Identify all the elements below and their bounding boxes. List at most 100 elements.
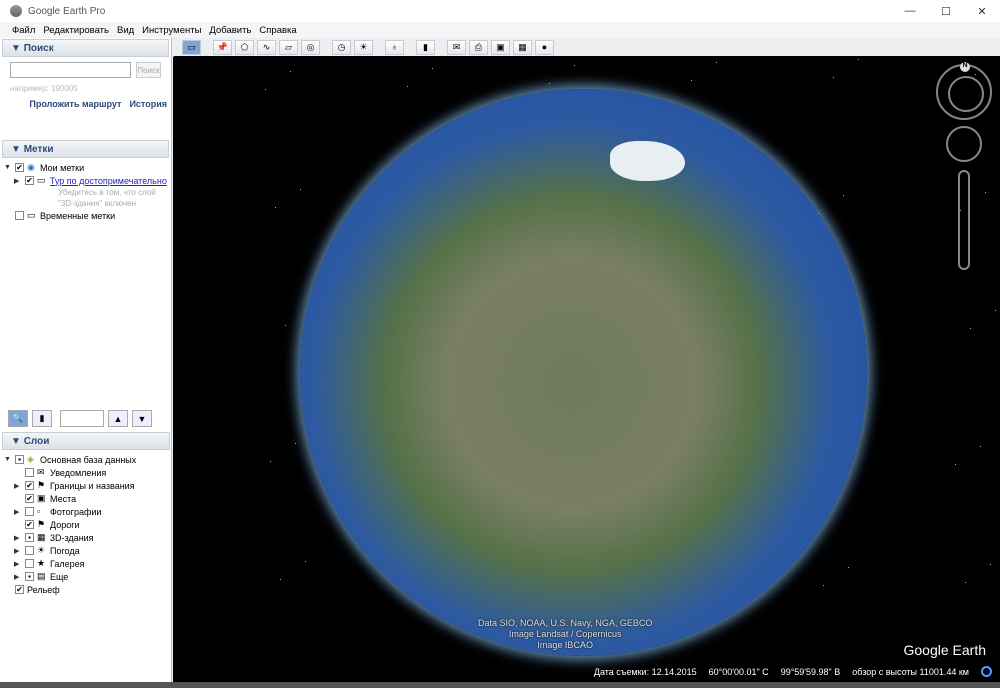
expand-arrow-icon[interactable]: ▼ bbox=[4, 456, 12, 463]
layer-item[interactable]: ▶ ▫ Фотографии bbox=[4, 505, 168, 518]
checkbox[interactable] bbox=[25, 507, 34, 516]
temporary-places-item[interactable]: ▭ Временные метки bbox=[4, 209, 167, 222]
move-down-button[interactable]: ▼ bbox=[132, 410, 152, 427]
checkbox[interactable]: ✔ bbox=[15, 585, 24, 594]
tour-link[interactable]: Тур по достопримечательностям bbox=[50, 176, 167, 186]
layer-primary-database[interactable]: ▼ ▪ ◈ Основная база данных bbox=[4, 453, 168, 466]
expand-arrow-icon[interactable]: ▶ bbox=[14, 508, 22, 516]
ruler-button[interactable]: ▮ bbox=[416, 39, 435, 55]
layer-terrain[interactable]: ✔ Рельеф bbox=[4, 583, 168, 596]
layer-label: Уведомления bbox=[50, 467, 107, 478]
email-button[interactable]: ✉ bbox=[447, 39, 466, 55]
title-bar: Google Earth Pro — ☐ ✕ bbox=[0, 0, 1000, 22]
tour-note: "3D-здания" включен bbox=[58, 199, 136, 208]
star bbox=[549, 83, 550, 84]
tour-item[interactable]: ▶✔▭ Тур по достопримечательностям bbox=[4, 174, 167, 187]
earth-icon: ◉ bbox=[27, 162, 35, 172]
expand-arrow-icon[interactable]: ▶ bbox=[14, 177, 22, 185]
star bbox=[300, 189, 301, 190]
minimize-button[interactable]: — bbox=[892, 0, 928, 22]
search-hint: например: 190005 bbox=[10, 84, 78, 93]
places-filter-input[interactable] bbox=[60, 410, 104, 427]
layer-item[interactable]: ▶ ☀ Погода bbox=[4, 544, 168, 557]
move-up-button[interactable]: ▲ bbox=[108, 410, 128, 427]
checkbox[interactable] bbox=[15, 211, 24, 220]
record-tour-button[interactable]: ◎ bbox=[301, 39, 320, 55]
sunlight-button[interactable]: ☀ bbox=[354, 39, 373, 55]
layer-icon: ☀ bbox=[37, 545, 46, 555]
planets-button[interactable]: ♁ bbox=[385, 39, 404, 55]
historical-imagery-button[interactable]: ◷ bbox=[332, 39, 351, 55]
add-path-button[interactable]: ∿ bbox=[257, 39, 276, 55]
expand-arrow-icon[interactable]: ▼ bbox=[4, 164, 12, 171]
checkbox[interactable]: ✔ bbox=[15, 163, 24, 172]
menu-file[interactable]: Файл bbox=[12, 25, 35, 36]
save-image-button[interactable]: ▣ bbox=[491, 39, 510, 55]
compass-ring[interactable]: N bbox=[936, 62, 992, 120]
history-link[interactable]: История bbox=[129, 99, 167, 109]
add-overlay-button[interactable]: ▱ bbox=[279, 39, 298, 55]
expand-arrow-icon[interactable]: ▶ bbox=[14, 482, 22, 490]
layer-label: Фотографии bbox=[50, 506, 102, 517]
google-earth-logo: Google Earth bbox=[903, 642, 987, 658]
search-toggle-icon[interactable]: 🔍 bbox=[8, 410, 28, 427]
search-button[interactable]: Поиск bbox=[136, 62, 161, 78]
checkbox[interactable] bbox=[25, 559, 34, 568]
pan-control[interactable] bbox=[946, 126, 982, 162]
north-indicator[interactable]: N bbox=[960, 62, 970, 72]
layer-item[interactable]: ✔ ⚑ Дороги bbox=[4, 518, 168, 531]
layer-item[interactable]: ✔ ▣ Места bbox=[4, 492, 168, 505]
layers-panel-header[interactable]: ▼ Слои bbox=[2, 432, 170, 450]
star bbox=[305, 561, 306, 562]
sidebar-toggle-button[interactable]: ▭ bbox=[182, 39, 201, 55]
search-panel-header[interactable]: ▼ Поиск bbox=[2, 39, 169, 57]
checkbox[interactable]: ▪ bbox=[15, 455, 24, 464]
layer-item[interactable]: ▶ ▪ ▤ Еще bbox=[4, 570, 168, 583]
layer-icon: ▫ bbox=[37, 506, 41, 516]
checkbox[interactable] bbox=[25, 546, 34, 555]
my-places-item[interactable]: ▼ ✔ ◉ Мои метки bbox=[4, 161, 167, 174]
checkbox[interactable]: ▪ bbox=[25, 533, 34, 542]
sidebar-toggle-icon[interactable]: ▮ bbox=[32, 410, 52, 427]
directions-link[interactable]: Проложить маршрут bbox=[29, 99, 121, 109]
layer-item[interactable]: ▶ ★ Галерея bbox=[4, 557, 168, 570]
expand-arrow-icon[interactable]: ▶ bbox=[14, 534, 22, 542]
maximize-button[interactable]: ☐ bbox=[928, 0, 964, 22]
star bbox=[173, 56, 174, 57]
menu-tools[interactable]: Инструменты bbox=[142, 25, 201, 36]
places-panel-header[interactable]: ▼ Метки bbox=[2, 140, 169, 158]
map-view[interactable]: Data SIO, NOAA, U.S. Navy, NGA, GEBCO Im… bbox=[173, 56, 1000, 682]
earth-globe[interactable] bbox=[300, 89, 867, 656]
menu-help[interactable]: Справка bbox=[259, 25, 296, 36]
search-input[interactable] bbox=[10, 62, 131, 78]
view-in-maps-button[interactable]: ▦ bbox=[513, 39, 532, 55]
my-places-label: Мои метки bbox=[40, 162, 85, 173]
layer-label: Рельеф bbox=[27, 584, 60, 595]
layers-header-label: Слои bbox=[23, 435, 50, 447]
menu-add[interactable]: Добавить bbox=[209, 25, 251, 36]
expand-arrow-icon[interactable]: ▶ bbox=[14, 573, 22, 581]
checkbox[interactable]: ✔ bbox=[24, 176, 34, 185]
layer-item[interactable]: ▶ ▪ ▦ 3D-здания bbox=[4, 531, 168, 544]
checkbox[interactable]: ✔ bbox=[25, 481, 34, 490]
layer-item[interactable]: ▶ ✔ ⚑ Границы и названия bbox=[4, 479, 168, 492]
checkbox[interactable]: ✔ bbox=[25, 520, 34, 529]
expand-arrow-icon[interactable]: ▶ bbox=[14, 560, 22, 568]
checkbox[interactable] bbox=[25, 468, 34, 477]
checkbox[interactable]: ✔ bbox=[25, 494, 34, 503]
expand-arrow-icon[interactable]: ▶ bbox=[14, 547, 22, 555]
close-button[interactable]: ✕ bbox=[964, 0, 1000, 22]
status-bar: Дата съемки: 12.14.2015 60°00'00.01" С 9… bbox=[594, 666, 992, 677]
layer-item[interactable]: ✉ Уведомления bbox=[4, 466, 168, 479]
credit-line: Image Landsat / Copernicus bbox=[508, 629, 622, 639]
add-placemark-button[interactable]: 📌 bbox=[213, 39, 232, 55]
google-earth-window: Google Earth Pro — ☐ ✕ Файл Редактироват… bbox=[0, 0, 1000, 682]
menu-view[interactable]: Вид bbox=[117, 25, 134, 36]
add-polygon-button[interactable]: ⬠ bbox=[235, 39, 254, 55]
print-button[interactable]: ⎙ bbox=[469, 39, 488, 55]
earth-gallery-button[interactable]: ● bbox=[535, 39, 554, 55]
checkbox[interactable]: ▪ bbox=[25, 572, 34, 581]
layer-icon: ⚑ bbox=[37, 519, 46, 529]
zoom-slider[interactable] bbox=[958, 170, 970, 270]
menu-edit[interactable]: Редактировать bbox=[43, 25, 109, 36]
